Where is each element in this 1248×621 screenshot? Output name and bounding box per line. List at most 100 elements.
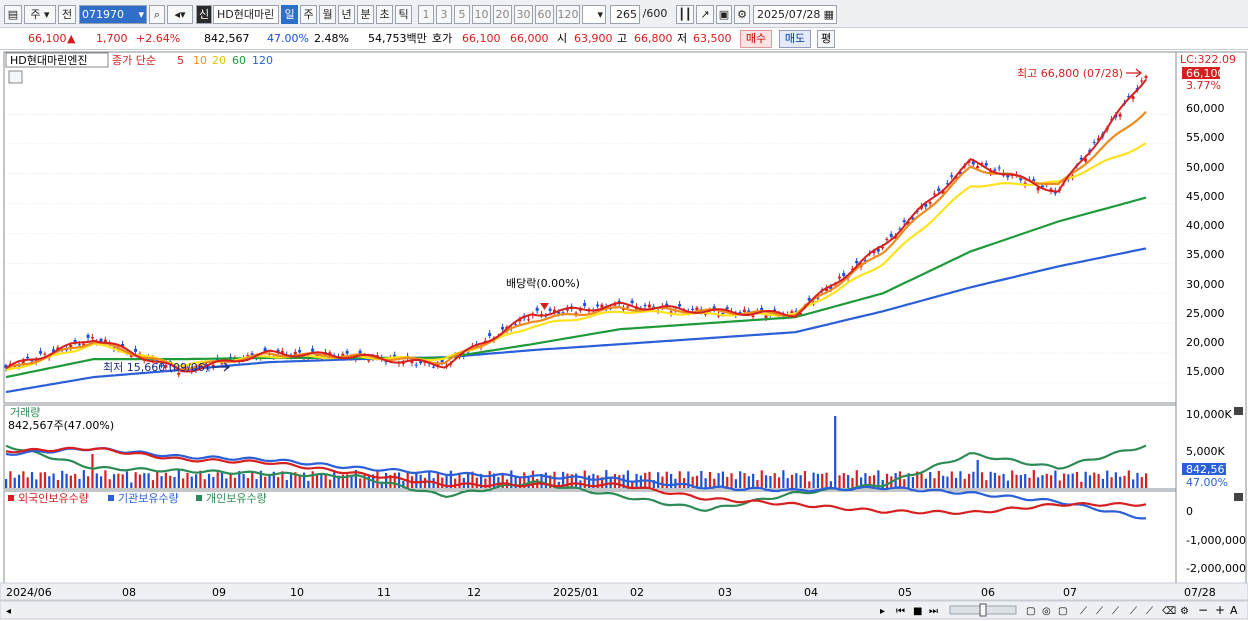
candle-body [997, 167, 1001, 169]
interval-button-1[interactable]: 1 [418, 5, 434, 24]
current-price: 66,100 [28, 32, 67, 45]
x-label-06: 06 [981, 586, 995, 599]
period-button-minute[interactable]: 분 [357, 5, 374, 24]
volume-bar [1032, 470, 1035, 488]
quote-bar: 66,100 ▲ 1,700 +2.64% 842,567 47.00% 2.4… [0, 28, 1248, 50]
channel-tool-icon[interactable]: ⟋ [1146, 606, 1153, 617]
volume-bar [1028, 477, 1031, 488]
scroll-left-icon[interactable]: ◂ [6, 606, 11, 617]
period-button-day[interactable]: 일 [281, 5, 298, 24]
candle-icon[interactable]: ┃┃ [676, 5, 694, 24]
tool-icon-2[interactable]: ◎ [1042, 606, 1051, 617]
x-label-11: 11 [377, 586, 391, 599]
stock-name-field[interactable]: HD현대마린 [213, 5, 279, 24]
interval-button-20[interactable]: 20 [493, 5, 512, 24]
candle-body [583, 303, 587, 306]
buy-button[interactable]: 매수 [740, 30, 772, 48]
volume-bar [851, 478, 854, 488]
period-button-year[interactable]: 년 [338, 5, 355, 24]
price-stock-label: HD현대마린엔진 [10, 54, 87, 67]
volume-bar [998, 475, 1001, 488]
interval-button-30[interactable]: 30 [514, 5, 533, 24]
stock-chart[interactable]: HD현대마린엔진 종가 단순 5 10 20 60 120 최고 66,800 … [0, 50, 1248, 621]
volume-bar [1084, 471, 1087, 488]
volume-bar [812, 472, 815, 488]
prev-button[interactable]: 전 [58, 5, 76, 24]
period-button-month[interactable]: 월 [319, 5, 336, 24]
volume-bar [743, 473, 746, 488]
volume-bar [43, 472, 47, 488]
chevron-down-icon[interactable]: ▾ [138, 6, 144, 23]
zoom-out-icon[interactable]: − [1198, 603, 1208, 617]
scroll-right-icon[interactable]: ▸ [880, 606, 885, 617]
text-tool-icon[interactable]: A [1230, 604, 1238, 617]
volume-bar [786, 478, 789, 488]
settings-tool-icon[interactable]: ⚙ [1180, 606, 1189, 617]
period-type-select[interactable]: 주 ▾ [24, 5, 56, 24]
volume-bar [436, 472, 440, 488]
volume-bar [169, 475, 172, 488]
candle-body [73, 340, 77, 342]
ray-tool-icon[interactable]: ⟋ [1096, 606, 1103, 617]
volume-bar [61, 470, 64, 488]
tool-icon-1[interactable]: ▢ [1026, 606, 1035, 617]
eraser-icon[interactable]: ⌫ [1162, 606, 1176, 617]
y-tick-60000: 60,000 [1186, 102, 1225, 115]
volume-bar [82, 470, 85, 488]
volume-bar [74, 473, 77, 488]
zoom-slider-handle[interactable] [979, 603, 987, 617]
zoom-in-icon[interactable]: + [1215, 603, 1225, 617]
volume-bar [156, 470, 159, 488]
candle-body [1140, 80, 1144, 82]
fib-tool-icon[interactable]: ⟋ [1112, 606, 1119, 617]
stock-code-input[interactable]: 071970 ▾ [79, 5, 147, 24]
volume-bar [1088, 475, 1092, 488]
count-input[interactable]: 265 [610, 5, 640, 24]
period-button-tick[interactable]: 틱 [395, 5, 412, 24]
interval-custom-input[interactable]: ▾ [582, 5, 606, 24]
volume-bar [359, 478, 362, 488]
first-icon[interactable]: ⏮ [896, 606, 905, 617]
gear-icon[interactable]: ⚙ [734, 5, 750, 24]
volume-bar [1015, 474, 1018, 488]
window-menu-icon[interactable]: ▤ [4, 5, 22, 24]
x-label-2024-06: 2024/06 [6, 586, 52, 599]
volume-bar [467, 472, 470, 488]
trend-tool-icon[interactable]: ⟋ [1130, 606, 1137, 617]
x-label-03: 03 [718, 586, 732, 599]
holdings-panel-close-icon[interactable] [1234, 493, 1243, 501]
sell-button[interactable]: 매도 [779, 30, 811, 48]
volume-bar [328, 479, 332, 488]
sound-icon[interactable]: ◂▾ [167, 5, 193, 24]
volume-bar [618, 475, 621, 488]
calendar-icon[interactable]: ▦ [824, 6, 834, 23]
volume-bar [112, 474, 116, 488]
line-tool-icon[interactable]: ⟋ [1080, 606, 1087, 617]
chart-area[interactable]: HD현대마린엔진 종가 단순 5 10 20 60 120 최고 66,800 … [0, 50, 1248, 621]
ask-price: 66,100 [462, 32, 501, 45]
candle-body [432, 366, 435, 368]
search-icon[interactable]: ⌕ [149, 5, 165, 24]
stop-icon[interactable]: ■ [913, 606, 922, 617]
grid-toggle-icon[interactable] [8, 70, 23, 84]
date-field[interactable]: 2025/07/28 ▦ [753, 5, 837, 24]
period-button-second[interactable]: 초 [376, 5, 393, 24]
volume-bar [130, 482, 133, 488]
interval-button-3[interactable]: 3 [436, 5, 452, 24]
candle-body [358, 350, 362, 354]
candle-body [932, 193, 936, 195]
interval-button-5[interactable]: 5 [454, 5, 470, 24]
last-icon[interactable]: ⏭ [929, 606, 938, 617]
interval-button-10[interactable]: 10 [472, 5, 491, 24]
save-icon[interactable]: ▣ [716, 5, 732, 24]
volume-panel-close-icon[interactable] [1234, 407, 1243, 415]
interval-button-60[interactable]: 60 [535, 5, 554, 24]
volume-bar [216, 472, 219, 488]
volume-bar [734, 479, 737, 488]
draw-tool-icon[interactable]: ↗ [696, 5, 714, 24]
candle-body [902, 220, 906, 223]
interval-button-120[interactable]: 120 [556, 5, 580, 24]
tool-icon-3[interactable]: ▢ [1058, 606, 1067, 617]
eval-button[interactable]: 평 [817, 30, 835, 48]
period-button-week[interactable]: 주 [300, 5, 317, 24]
